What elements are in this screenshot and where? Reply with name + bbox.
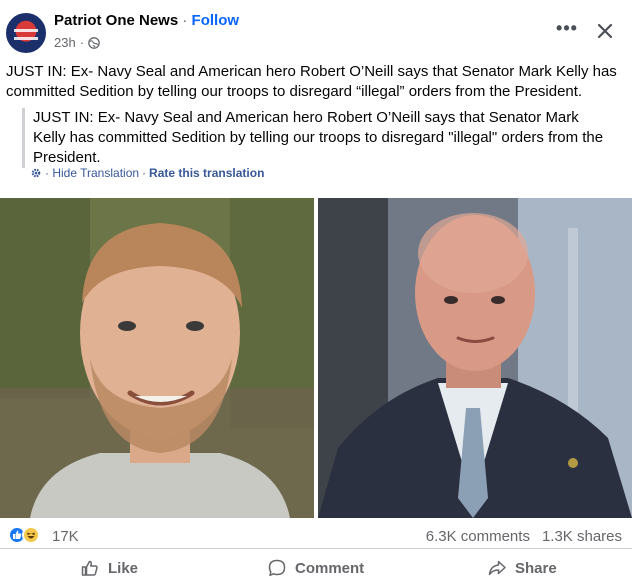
- translation-block: JUST IN: Ex- Navy Seal and American hero…: [22, 108, 612, 168]
- photo-left[interactable]: [0, 198, 314, 518]
- meta-separator: ·: [79, 35, 85, 50]
- thumbs-up-icon: [81, 560, 98, 576]
- close-icon[interactable]: [594, 20, 616, 42]
- more-options-icon[interactable]: •••: [556, 19, 578, 44]
- hide-translation-link[interactable]: · Hide Translation: [45, 166, 139, 180]
- post-meta: 23h ·: [54, 35, 100, 50]
- like-button[interactable]: Like: [80, 555, 138, 581]
- title-separator: ·: [182, 12, 188, 29]
- comment-button[interactable]: Comment: [267, 555, 364, 581]
- comment-label: Comment: [295, 559, 365, 577]
- translation-text: JUST IN: Ex- Navy Seal and American hero…: [33, 109, 604, 166]
- rate-translation-link[interactable]: Rate this translation: [149, 166, 264, 180]
- photo-grid: [0, 198, 632, 518]
- shares-count[interactable]: 1.3K shares: [542, 528, 622, 545]
- share-label: Share: [515, 559, 557, 577]
- photo-man-suit: [318, 198, 632, 518]
- comment-icon: [268, 559, 286, 577]
- photo-right[interactable]: [318, 198, 632, 518]
- haha-reaction-icon: [22, 526, 40, 544]
- page-name-link[interactable]: Patriot One News: [54, 12, 178, 29]
- page-title-row: Patriot One News · Follow: [54, 12, 239, 29]
- translation-actions: · Hide Translation · Rate this translati…: [30, 166, 264, 180]
- comments-count[interactable]: 6.3K comments: [426, 528, 530, 545]
- page-avatar[interactable]: [6, 13, 46, 53]
- photo-man-beard: [0, 198, 314, 518]
- reactions-bar: 17K 6.3K comments 1.3K shares: [0, 522, 632, 550]
- reaction-icons[interactable]: [8, 526, 40, 544]
- share-icon: [488, 560, 506, 576]
- globe-icon: [88, 36, 100, 49]
- translation-separator: ·: [142, 166, 147, 180]
- follow-button[interactable]: Follow: [192, 12, 240, 29]
- gear-icon[interactable]: [30, 167, 42, 179]
- reaction-count[interactable]: 17K: [52, 528, 79, 545]
- share-button[interactable]: Share: [487, 555, 557, 581]
- timestamp[interactable]: 23h: [54, 35, 76, 50]
- action-bar: Like Comment Share: [0, 548, 632, 586]
- like-label: Like: [108, 559, 139, 577]
- post-text: JUST IN: Ex- Navy Seal and American hero…: [6, 63, 617, 100]
- post-header: Patriot One News · Follow 23h · •••: [0, 0, 632, 60]
- engagement-counts: 6.3K comments 1.3K shares: [426, 528, 622, 545]
